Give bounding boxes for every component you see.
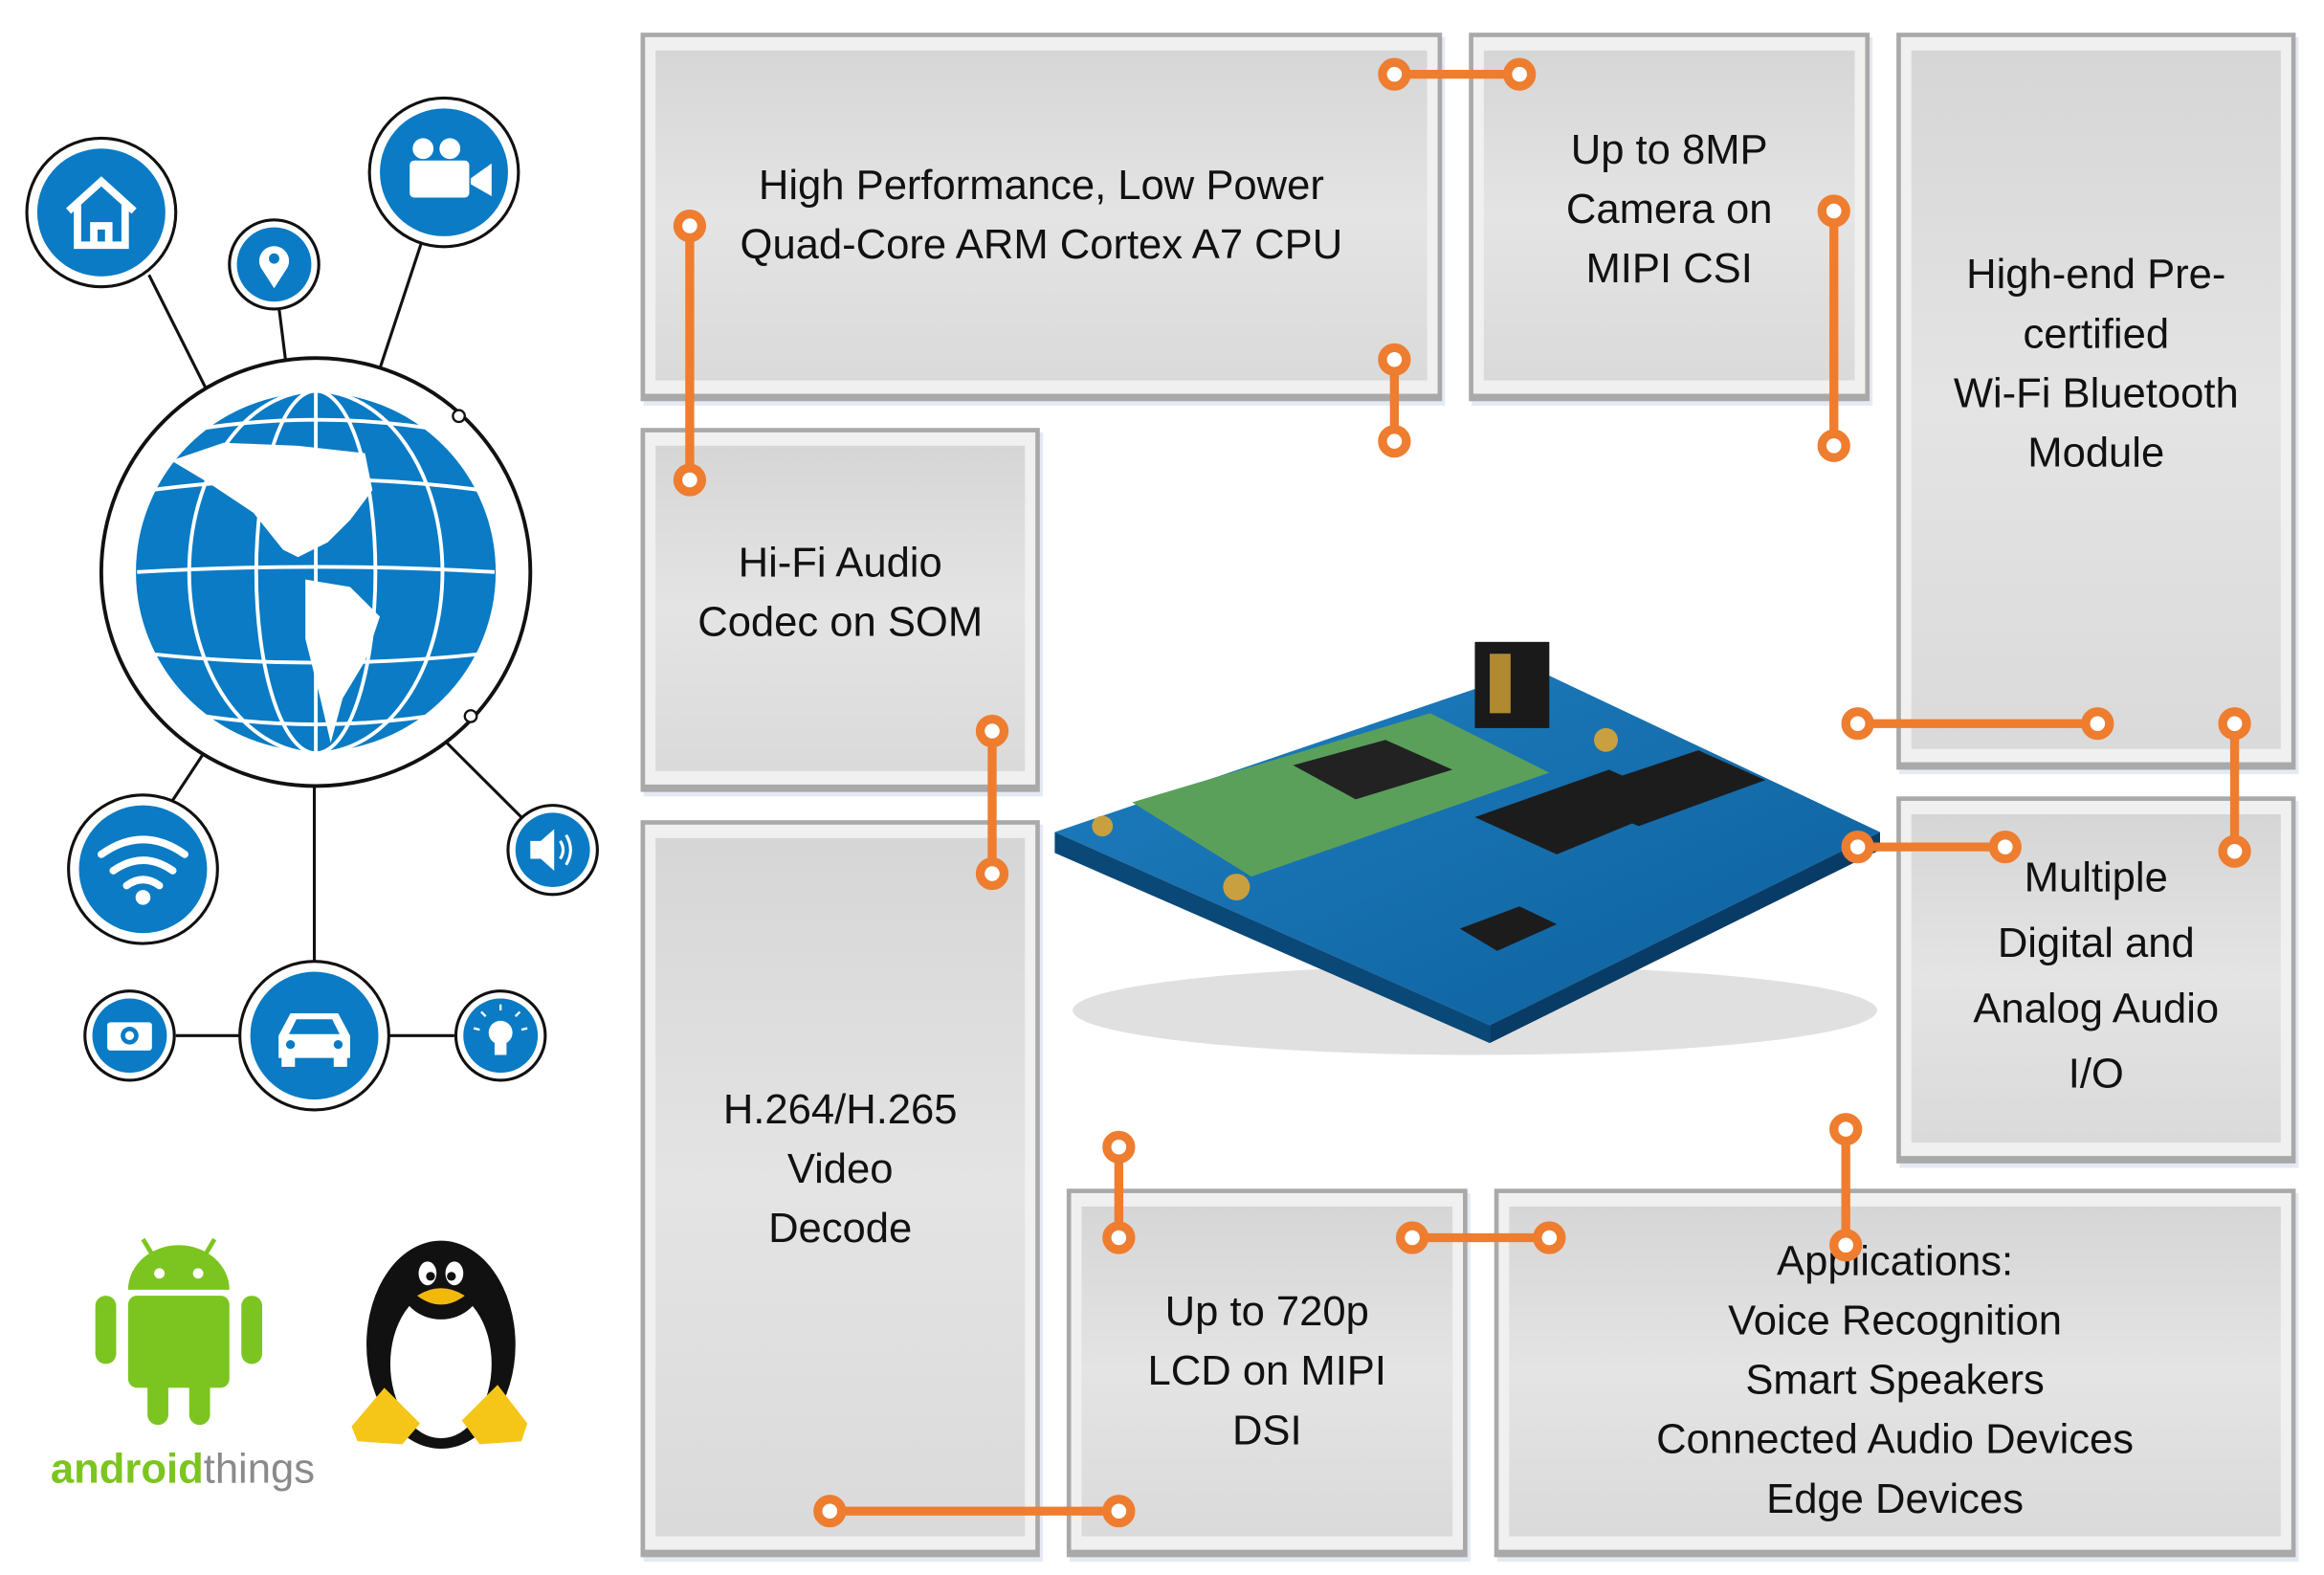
speaker-icon <box>506 804 599 897</box>
box-text-line: Wi-Fi Bluetooth <box>1954 371 2239 417</box>
box-text-line: High-end Pre- <box>1966 252 2225 298</box>
box-text-line: Camera on <box>1566 187 1773 233</box>
androidthings-wordmark: androidthings <box>51 1447 315 1493</box>
location-pin-icon <box>228 218 321 311</box>
box-text-line: Decode <box>768 1206 912 1252</box>
camera-icon <box>83 989 176 1082</box>
box-text-line: Video <box>787 1146 894 1192</box>
box-text-line: DSI <box>1232 1408 1302 1453</box>
orange-connector <box>1395 1221 1566 1254</box>
wifi-icon <box>67 793 219 945</box>
lightbulb-icon <box>454 989 547 1082</box>
box-video-decode: H.264/H.265 Video Decode <box>640 820 1043 1563</box>
car-icon <box>238 960 390 1112</box>
box-text-line: Codec on SOM <box>697 600 983 646</box>
box-text-line: Analog Audio <box>1973 986 2219 1032</box>
box-text-line: certified <box>2023 311 2169 357</box>
globe-icon <box>99 356 533 788</box>
box-wifi-bluetooth: High-end Pre-certified Wi-Fi Bluetooth Mod… <box>1896 33 2299 775</box>
linux-tux-logo <box>351 1240 528 1450</box>
box-text-line: Quad-Core ARM Cortex A7 CPU <box>741 222 1343 268</box>
box-text-line: Module <box>2027 431 2164 477</box>
box-text-line: Up to 8MP <box>1571 127 1768 173</box>
box-text-line: Applications: <box>1777 1238 2013 1284</box>
orange-connector <box>975 714 1009 891</box>
box-text-line: Voice Recognition <box>1728 1298 2062 1343</box>
orange-connector <box>1378 57 1537 91</box>
video-camera-icon <box>367 96 520 249</box>
box-text-line: Smart Speakers <box>1745 1358 2044 1404</box>
box-camera: Up to 8MP Camera on MIPI CSI <box>1469 33 1873 406</box>
box-text-line: LCD on MIPI <box>1148 1348 1386 1394</box>
orange-connector <box>2218 707 2251 868</box>
box-text-line: MIPI CSI <box>1586 246 1753 292</box>
android-logo <box>95 1237 263 1426</box>
box-applications: Applications: Voice Recognition Smart Spea… <box>1494 1188 2299 1563</box>
box-text-line: I/O <box>2069 1052 2124 1098</box>
box-text-line: H.264/H.265 <box>723 1087 958 1133</box>
som-board-photo <box>1054 641 1880 1055</box>
diagram-canvas: androidthings High Performance, Low Powe… <box>25 33 2299 1563</box>
box-text-line: Connected Audio Devices <box>1656 1417 2134 1463</box>
box-text-line: Multiple <box>2025 855 2168 901</box>
box-text-line: Hi-Fi Audio <box>739 541 942 587</box>
box-text-line: High Performance, Low Power <box>759 163 1324 209</box>
box-cpu-features: High Performance, Low Power Quad-Core ARM… <box>640 33 1446 406</box>
home-icon <box>25 136 178 289</box>
box-text-line: Digital and <box>1998 921 2195 966</box>
box-text-line: Edge Devices <box>1766 1476 2024 1522</box>
orange-connector <box>1829 1113 1863 1262</box>
box-text-line: Up to 720p <box>1165 1289 1369 1335</box>
